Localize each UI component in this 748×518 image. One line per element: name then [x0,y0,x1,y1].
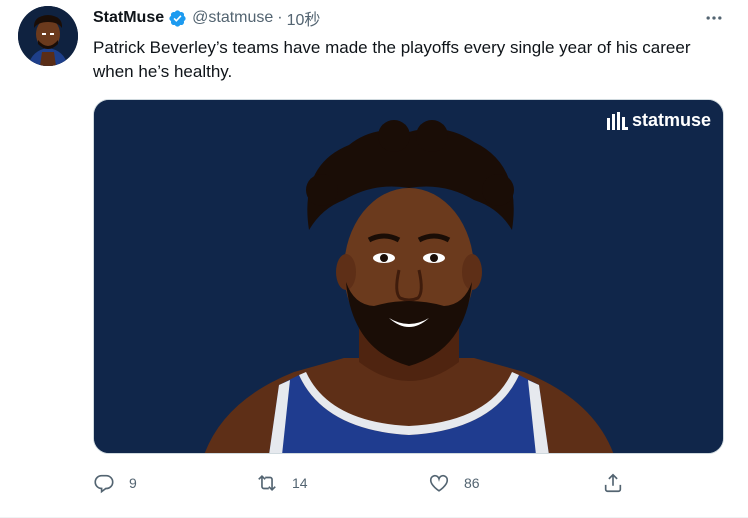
separator-dot: · [277,9,283,26]
retweet-button[interactable]: 14 [256,468,308,498]
tweet-media[interactable]: statmuse [93,99,724,454]
avatar-illustration [18,6,78,66]
handle[interactable]: @statmuse [192,9,273,27]
tweet-header: StatMuse @statmuse · 10秒 [93,6,321,30]
avatar[interactable] [18,6,78,66]
statmuse-logo-icon [606,111,628,130]
share-button[interactable] [602,468,624,498]
like-button[interactable]: 86 [428,468,480,498]
watermark-text: statmuse [631,110,711,130]
more-icon[interactable] [700,6,728,30]
action-bar: 9 14 86 [93,468,653,498]
like-count: 86 [464,475,480,491]
share-icon [604,473,622,493]
timestamp[interactable]: 10秒 [287,6,321,30]
verified-badge-icon [168,9,187,28]
statmuse-watermark: statmuse [606,110,711,131]
display-name[interactable]: StatMuse [93,9,164,27]
tweet[interactable]: StatMuse @statmuse · 10秒 Patrick Beverle… [0,0,748,518]
tweet-text: Patrick Beverley’s teams have made the p… [93,38,691,81]
reply-button[interactable]: 9 [93,468,137,498]
player-illustration [94,100,723,453]
reply-count: 9 [129,475,137,491]
retweet-count: 14 [292,475,308,491]
reply-icon [94,474,114,494]
retweet-icon [258,474,276,492]
like-icon [429,474,449,492]
